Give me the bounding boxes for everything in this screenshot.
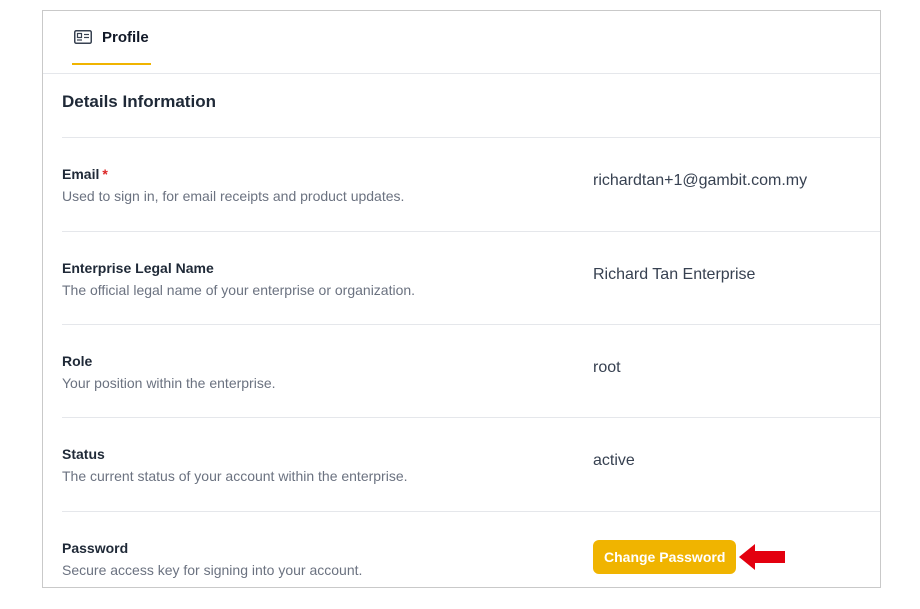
field-row-email: Email * Used to sign in, for email receip… xyxy=(62,138,880,231)
id-card-icon xyxy=(74,30,92,44)
required-marker: * xyxy=(102,166,108,182)
field-description-email: Used to sign in, for email receipts and … xyxy=(62,188,405,204)
field-value-status: active xyxy=(593,452,635,469)
field-description-status: The current status of your account withi… xyxy=(62,468,408,484)
field-value-email: richardtan+1@gambit.com.my xyxy=(593,172,808,189)
field-value-role: root xyxy=(593,359,621,376)
field-row-role: Role Your position within the enterprise… xyxy=(62,325,880,418)
field-label-role: Role xyxy=(62,353,93,369)
field-row-enterprise-legal-name: Enterprise Legal Name The official legal… xyxy=(62,232,880,325)
profile-panel: Profile Details Information Email * Used … xyxy=(42,10,881,588)
field-label-enterprise-legal-name: Enterprise Legal Name xyxy=(62,260,214,276)
change-password-button[interactable]: Change Password xyxy=(593,540,737,574)
field-row-status: Status The current status of your accoun… xyxy=(62,418,880,511)
section-title: Details Information xyxy=(62,92,216,111)
field-label-password: Password xyxy=(62,540,129,556)
tab-profile-label: Profile xyxy=(102,28,149,46)
annotation-arrow-icon xyxy=(739,544,785,570)
field-description-role: Your position within the enterprise. xyxy=(62,375,276,391)
field-label-status: Status xyxy=(62,446,105,462)
field-description-password: Secure access key for signing into your … xyxy=(62,562,363,578)
field-label-email: Email * xyxy=(62,166,108,182)
tab-bar: Profile xyxy=(43,11,880,74)
tab-profile[interactable]: Profile xyxy=(72,11,151,65)
field-value-enterprise-legal-name: Richard Tan Enterprise xyxy=(593,266,756,283)
field-description-enterprise-legal-name: The official legal name of your enterpri… xyxy=(62,282,416,298)
